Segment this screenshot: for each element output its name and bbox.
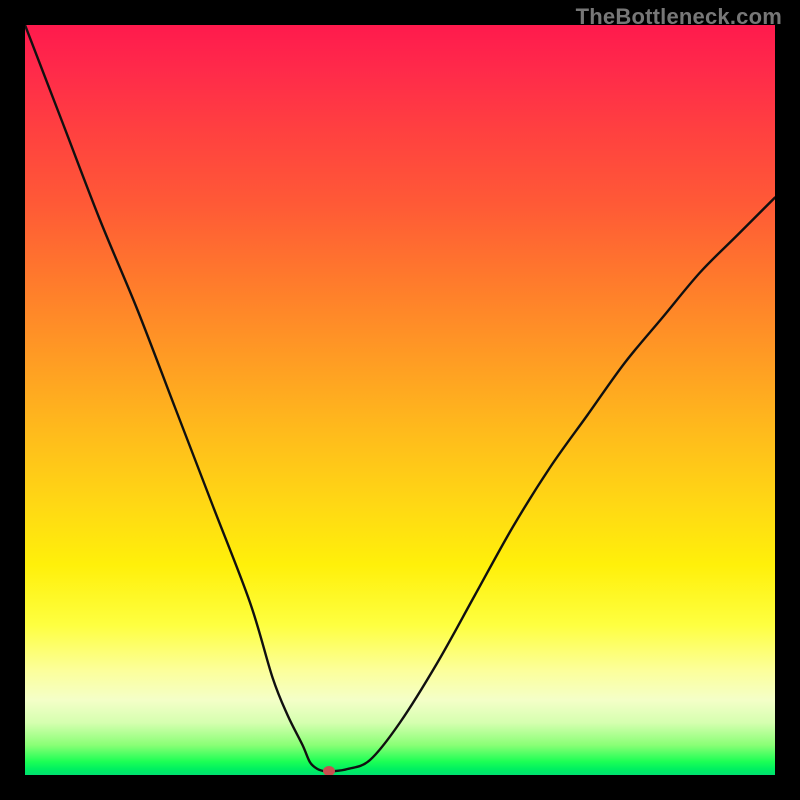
chart-frame: TheBottleneck.com [0,0,800,800]
watermark-text: TheBottleneck.com [576,4,782,30]
plot-area [25,25,775,775]
optimum-marker [323,766,335,775]
bottleneck-curve [25,25,775,775]
